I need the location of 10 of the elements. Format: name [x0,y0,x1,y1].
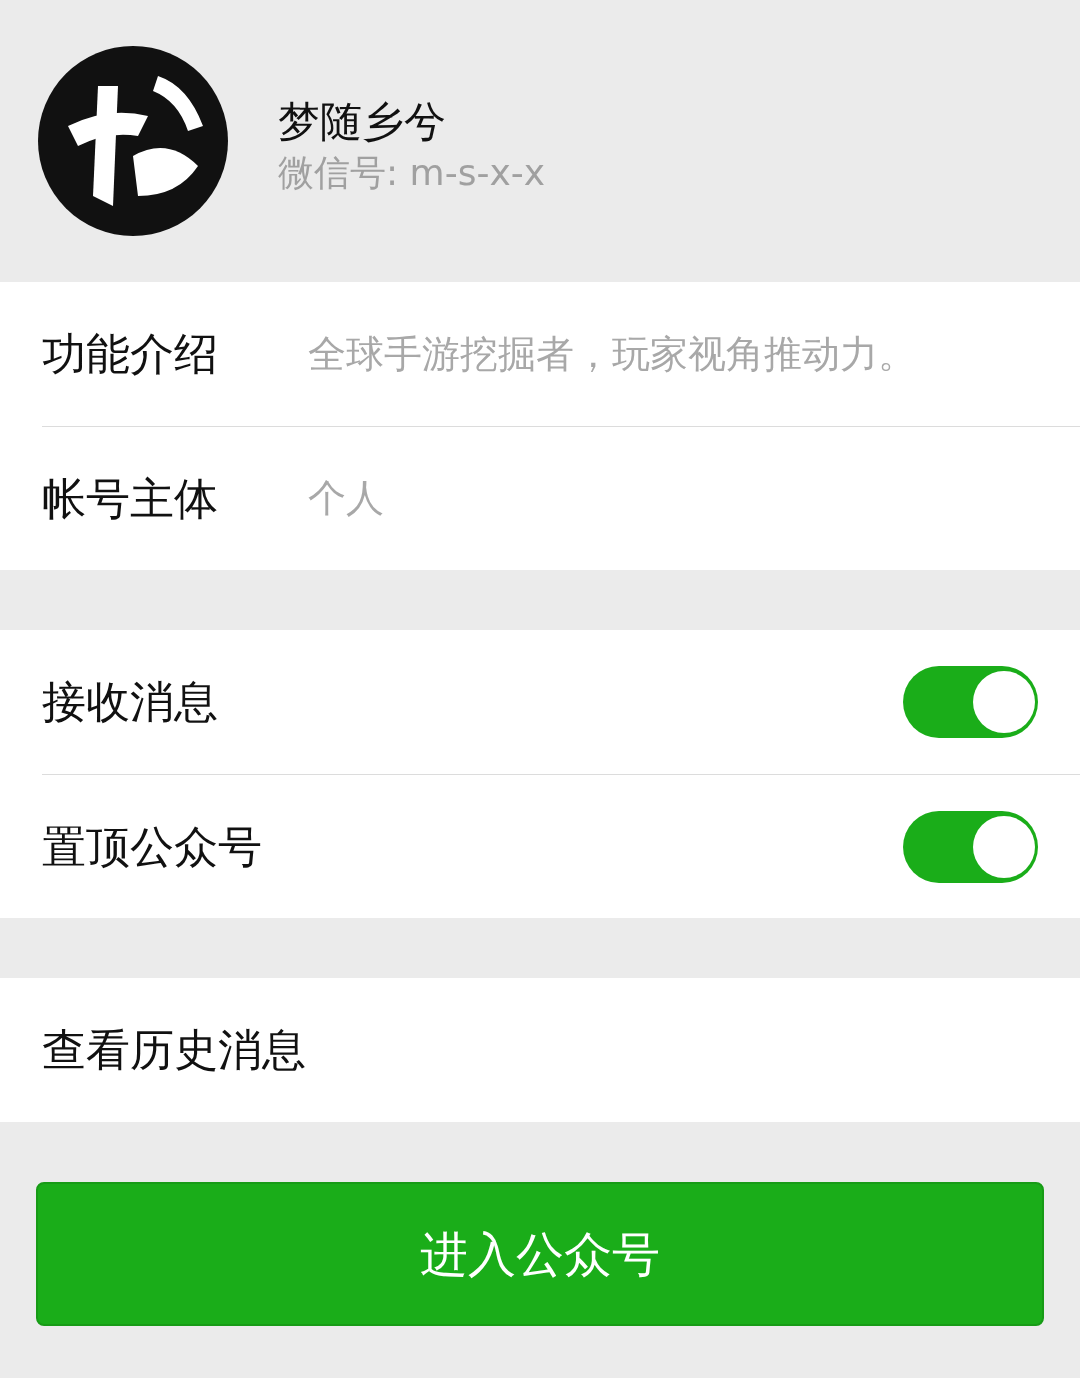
account-name: 梦随乡兮 [278,101,447,143]
info-value: 个人 [308,475,384,522]
setting-label: 接收消息 [42,675,218,729]
info-label: 功能介绍 [42,327,219,381]
wechat-id: 微信号: m-s-x-x [278,155,545,191]
history-link[interactable]: 查看历史消息 [42,1017,306,1083]
info-value: 全球手游挖掘者，玩家视角推动力。 [308,330,916,378]
setting-label: 置顶公众号 [42,819,262,874]
info-label: 帐号主体 [42,471,219,526]
logo-icon [38,46,228,236]
